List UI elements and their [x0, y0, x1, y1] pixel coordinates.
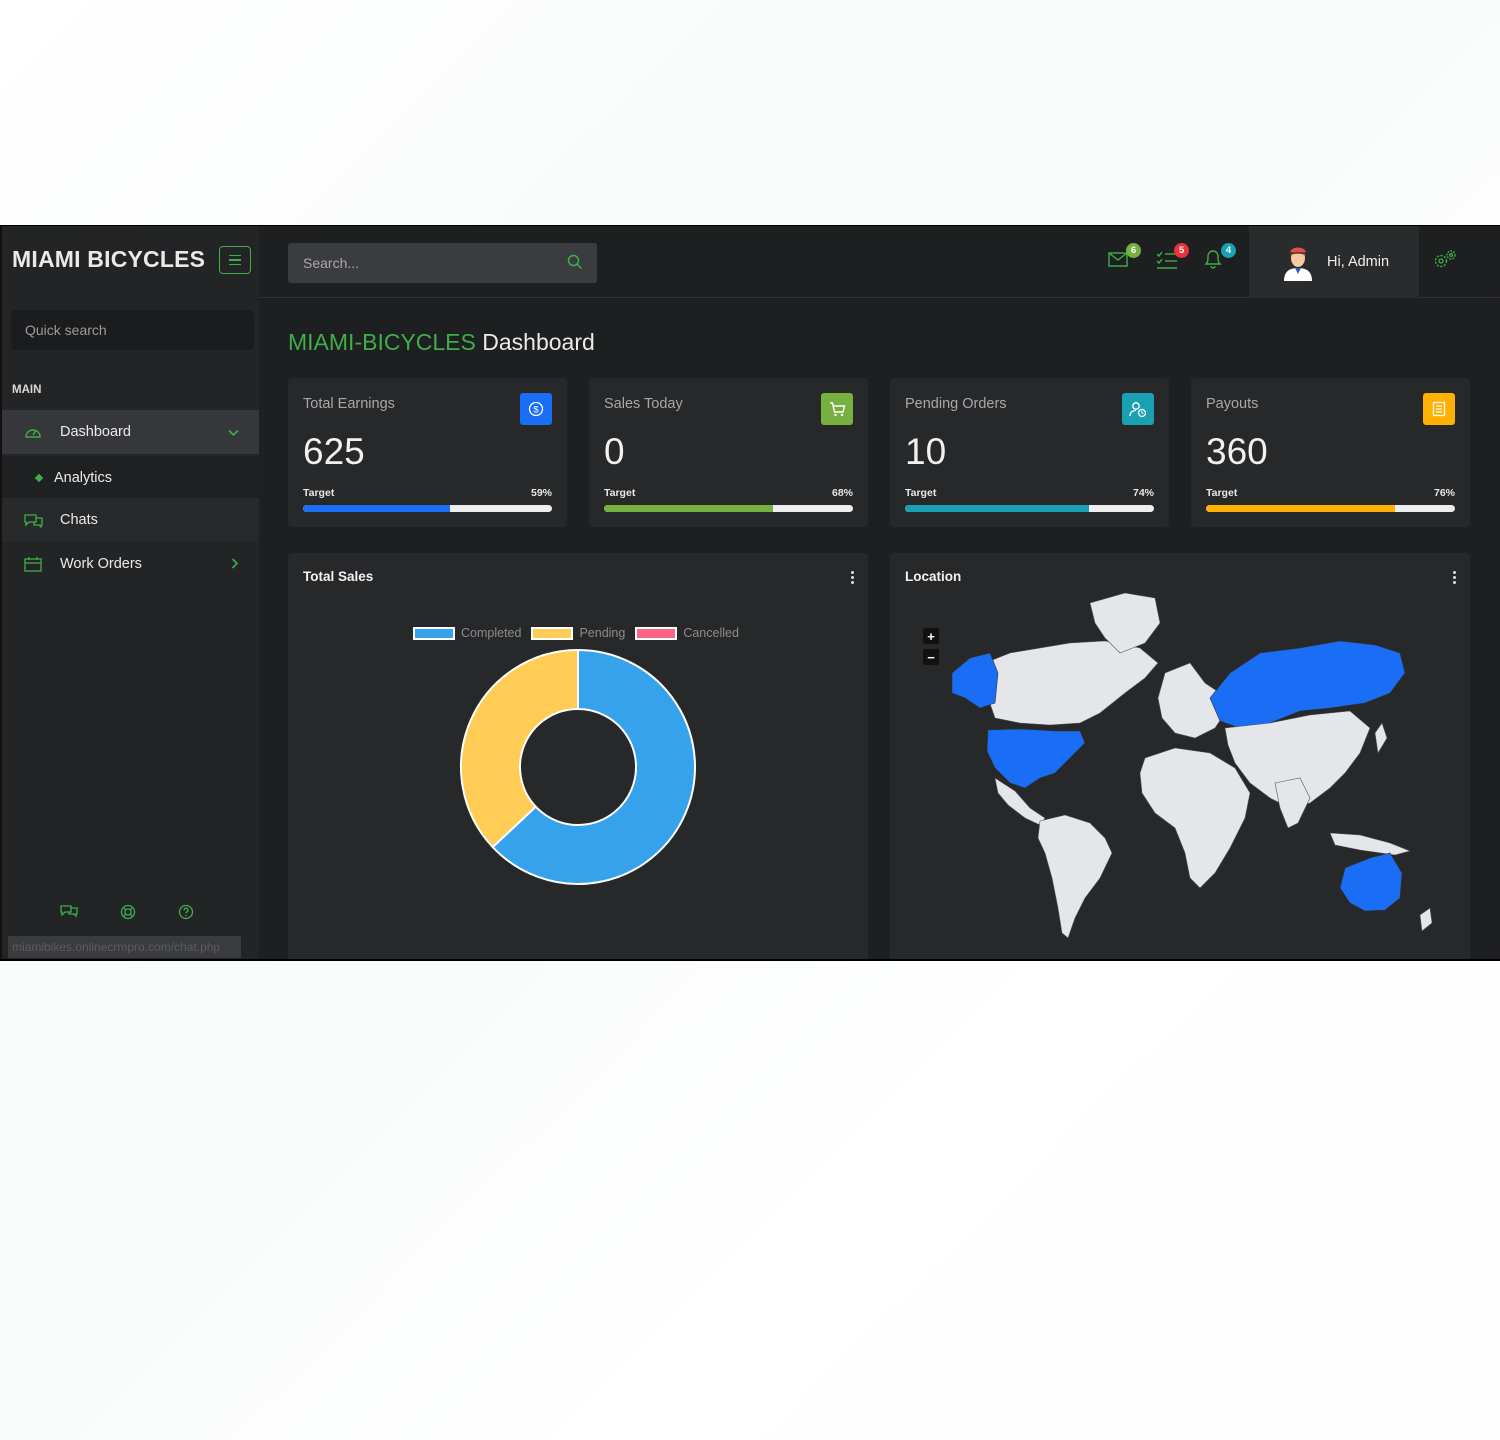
brand-logo[interactable]: MIAMI BICYCLES	[12, 246, 205, 273]
section-label-main: MAIN	[12, 384, 42, 396]
quick-search-input[interactable]	[11, 310, 254, 350]
mail-button[interactable]: 6	[1108, 243, 1141, 273]
progress-bar	[1206, 505, 1455, 512]
sidebar-item-work-orders[interactable]: Work Orders	[2, 542, 259, 586]
map-region-indonesia	[1329, 832, 1411, 856]
map-region-russia	[1209, 640, 1406, 729]
lifebuoy-icon[interactable]	[120, 904, 136, 925]
total-sales-panel: Total Sales Completed Pending Cancelled	[288, 553, 868, 959]
stat-label: Total Earnings	[303, 396, 395, 412]
stat-value: 360	[1206, 431, 1268, 472]
page-title-accent: MIAMI-BICYCLES	[288, 329, 476, 355]
user-clock-icon	[1122, 393, 1154, 425]
stat-percent: 59%	[530, 487, 552, 499]
stat-value: 10	[905, 431, 947, 472]
svg-text:$: $	[533, 405, 539, 416]
stat-target-label: Target	[303, 487, 335, 499]
sidebar-item-chats[interactable]: Chats	[2, 498, 259, 542]
search-input[interactable]	[288, 243, 548, 283]
avatar	[1281, 243, 1315, 281]
stat-card-pending-orders: Pending Orders 10 Target 74%	[890, 378, 1169, 527]
status-bar-url: miamibikes.onlinecrmpro.com/chat.php	[8, 936, 241, 958]
speedometer-icon	[2, 424, 60, 440]
stat-percent: 74%	[1132, 487, 1154, 499]
notifications-button[interactable]: 4	[1203, 243, 1236, 274]
stat-label: Payouts	[1206, 396, 1259, 412]
location-panel: Location + −	[890, 553, 1470, 961]
sidebar-item-analytics[interactable]: Analytics	[2, 456, 259, 500]
progress-fill	[1206, 505, 1396, 512]
bell-icon	[1203, 250, 1223, 274]
map-region-new-zealand	[1419, 907, 1433, 932]
map-region-canada	[984, 640, 1159, 726]
stat-card-total-earnings: Total Earnings $ 625 Target 59%	[288, 378, 567, 527]
stat-target-label: Target	[604, 487, 636, 499]
donut-slice-pending[interactable]	[460, 648, 579, 849]
sidebar-footer	[60, 904, 194, 925]
top-header: 6 5 4 Hi, Admin	[259, 226, 1500, 298]
map-region-usa	[986, 728, 1086, 789]
stat-label: Sales Today	[604, 396, 683, 412]
menu-toggle-button[interactable]	[219, 246, 251, 274]
chevron-right-icon	[231, 557, 239, 572]
stat-percent: 68%	[831, 487, 853, 499]
sidebar-item-dashboard[interactable]: Dashboard	[2, 410, 259, 454]
sidebar: MIAMI BICYCLES MAIN Dashboard Analytics …	[0, 226, 259, 959]
chevron-down-icon	[228, 425, 239, 440]
mail-badge: 6	[1126, 243, 1141, 258]
map-region-alaska	[951, 652, 999, 709]
stat-target-label: Target	[905, 487, 937, 499]
map-region-japan	[1374, 722, 1388, 754]
cart-icon	[821, 393, 853, 425]
dollar-icon: $	[520, 393, 552, 425]
sidebar-item-label: Analytics	[54, 470, 113, 486]
donut-chart	[460, 648, 696, 885]
receipt-icon	[1423, 393, 1455, 425]
stat-value: 0	[604, 431, 625, 472]
stat-label: Pending Orders	[905, 396, 1007, 412]
app-window: MIAMI BICYCLES MAIN Dashboard Analytics …	[0, 225, 1500, 961]
stat-percent: 76%	[1433, 487, 1455, 499]
tasks-button[interactable]: 5	[1156, 243, 1189, 274]
progress-bar	[905, 505, 1154, 512]
progress-bar	[303, 505, 552, 512]
search-box	[288, 243, 597, 283]
page-title-rest: Dashboard	[475, 329, 595, 355]
stat-card-payouts: Payouts 360 Target 76%	[1191, 378, 1470, 527]
notifications-badge: 4	[1221, 243, 1236, 258]
calendar-icon	[2, 556, 60, 572]
map-region-australia	[1339, 852, 1403, 912]
user-menu[interactable]: Hi, Admin	[1249, 226, 1419, 298]
map-region-africa	[1139, 747, 1251, 889]
sidebar-item-label: Dashboard	[60, 424, 131, 440]
tasks-badge: 5	[1174, 243, 1189, 258]
chat-icon	[2, 513, 60, 528]
diamond-bullet-icon	[34, 473, 44, 483]
chat-icon[interactable]	[60, 904, 78, 925]
stat-value: 625	[303, 431, 365, 472]
progress-fill	[303, 505, 450, 512]
world-map[interactable]	[890, 553, 1470, 961]
progress-fill	[905, 505, 1090, 512]
stat-target-label: Target	[1206, 487, 1238, 499]
progress-bar	[604, 505, 853, 512]
help-icon[interactable]	[178, 904, 194, 925]
sidebar-item-label: Chats	[60, 512, 98, 528]
sidebar-item-label: Work Orders	[60, 556, 142, 572]
task-list-icon	[1156, 251, 1178, 274]
search-icon[interactable]	[567, 254, 583, 275]
mail-icon	[1108, 252, 1130, 273]
settings-gears-icon[interactable]	[1432, 248, 1458, 277]
stat-card-sales-today: Sales Today 0 Target 68%	[589, 378, 868, 527]
map-region-south-america	[1037, 814, 1113, 939]
page-title: MIAMI-BICYCLES Dashboard	[288, 329, 595, 356]
progress-fill	[604, 505, 774, 512]
user-greeting: Hi, Admin	[1327, 254, 1390, 270]
